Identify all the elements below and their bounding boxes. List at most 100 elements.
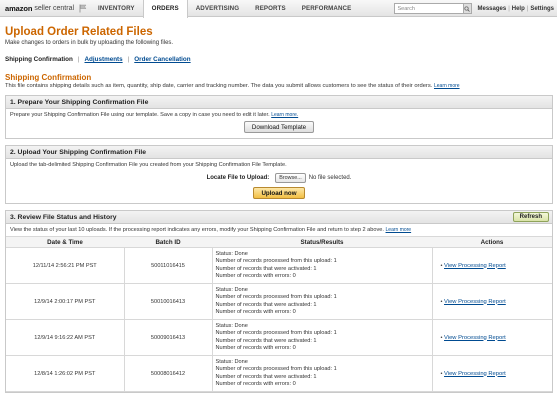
nav-reports[interactable]: REPORTS xyxy=(247,0,294,17)
upload-type-tabs: Shipping Confirmation | Adjustments | Or… xyxy=(5,55,553,64)
processed-line: Number of records processed from this up… xyxy=(215,330,337,337)
upload-now-button[interactable]: Upload now xyxy=(253,187,305,199)
activated-line: Number of records that were activated: 1 xyxy=(215,301,317,308)
no-file-selected-text: No file selected. xyxy=(308,175,352,181)
status-cell: Status: Done Number of records processed… xyxy=(211,355,432,392)
nav-links: Messages | Help | Settings xyxy=(478,6,557,12)
panel-description: Prepare your Shipping Confirmation File … xyxy=(10,112,548,118)
col-actions: Actions xyxy=(432,236,552,248)
view-processing-report-link[interactable]: View Processing Report xyxy=(444,263,506,269)
messages-link[interactable]: Messages xyxy=(478,6,507,12)
page-subtitle: Make changes to orders in bulk by upload… xyxy=(5,40,174,46)
panel-heading-text: 3. Review File Status and History xyxy=(10,213,117,221)
table-header-row: Date & Time Batch ID Status/Results Acti… xyxy=(6,236,552,248)
logo-amazon-text: amazon xyxy=(5,3,33,13)
status-line: Status: Done xyxy=(215,250,248,257)
date-cell: 12/9/14 9:16:22 AM PST xyxy=(6,319,124,356)
batch-id-cell: 50011016415 xyxy=(123,247,212,284)
learn-more-link[interactable]: Learn more xyxy=(386,227,412,233)
processed-line: Number of records processed from this up… xyxy=(215,258,337,265)
activated-line: Number of records that were activated: 1 xyxy=(215,265,317,272)
panel-heading: 3. Review File Status and History Refres… xyxy=(6,211,552,224)
nav-separator: | xyxy=(508,5,510,12)
panel-description-text: View the status of your last 10 uploads.… xyxy=(10,227,384,233)
col-batch-id: Batch ID xyxy=(124,236,212,248)
status-cell: Status: Done Number of records processed… xyxy=(211,283,432,320)
action-cell: • View Processing Report xyxy=(431,319,552,356)
help-link[interactable]: Help xyxy=(512,6,525,12)
nav-performance[interactable]: PERFORMANCE xyxy=(294,0,360,17)
learn-more-link[interactable]: Learn more xyxy=(434,83,460,89)
table-row: 12/9/14 9:16:22 AM PST 50009016413 Statu… xyxy=(6,319,552,356)
upload-history-table: Date & Time Batch ID Status/Results Acti… xyxy=(6,236,552,392)
errors-line: Number of records with errors: 0 xyxy=(215,272,296,279)
tab-separator: | xyxy=(127,56,130,63)
batch-id-cell: 50010016413 xyxy=(123,283,212,320)
date-cell: 12/11/14 2:56:21 PM PST xyxy=(6,247,124,284)
amazon-seller-central-logo[interactable]: amazon seller central xyxy=(0,0,76,17)
search-icon[interactable] xyxy=(463,3,472,14)
upload-file-panel: 2. Upload Your Shipping Confirmation Fil… xyxy=(5,145,553,204)
search-input[interactable]: Search xyxy=(393,3,464,14)
learn-more-link[interactable]: Learn more. xyxy=(271,112,298,118)
section-title: Shipping Confirmation xyxy=(5,73,92,82)
tab-adjustments[interactable]: Adjustments xyxy=(85,56,123,63)
panel-heading: 2. Upload Your Shipping Confirmation Fil… xyxy=(6,146,552,159)
nav-advertising[interactable]: ADVERTISING xyxy=(188,0,247,17)
file-upload-label: Locate File to Upload: xyxy=(206,175,270,181)
tab-shipping-confirmation[interactable]: Shipping Confirmation xyxy=(5,56,73,63)
processed-line: Number of records processed from this up… xyxy=(215,294,337,301)
panel-heading: 1. Prepare Your Shipping Confirmation Fi… xyxy=(6,96,552,109)
table-row: 12/11/14 2:56:21 PM PST 50011016415 Stat… xyxy=(6,247,552,284)
action-cell: • View Processing Report xyxy=(431,355,552,392)
batch-id-cell: 50008016412 xyxy=(123,355,212,392)
view-processing-report-link[interactable]: View Processing Report xyxy=(444,371,506,377)
page-title: Upload Order Related Files xyxy=(5,26,153,38)
main-nav: INVENTORY ORDERS ADVERTISING REPORTS PER… xyxy=(90,0,360,18)
nav-inventory[interactable]: INVENTORY xyxy=(90,0,143,17)
action-cell: • View Processing Report xyxy=(431,247,552,284)
panel-body: View the status of your last 10 uploads.… xyxy=(6,224,552,236)
col-status-results: Status/Results xyxy=(212,236,432,248)
file-upload-row: Locate File to Upload: Browse... No file… xyxy=(10,173,548,183)
view-processing-report-link[interactable]: View Processing Report xyxy=(444,335,506,341)
action-cell: • View Processing Report xyxy=(431,283,552,320)
activated-line: Number of records that were activated: 1 xyxy=(215,337,317,344)
status-line: Status: Done xyxy=(215,358,248,365)
file-history-panel: 3. Review File Status and History Refres… xyxy=(5,210,553,393)
errors-line: Number of records with errors: 0 xyxy=(215,380,296,387)
prepare-file-panel: 1. Prepare Your Shipping Confirmation Fi… xyxy=(5,95,553,139)
tab-separator: | xyxy=(77,56,80,63)
status-line: Status: Done xyxy=(215,322,248,329)
panel-description-text: Prepare your Shipping Confirmation File … xyxy=(10,112,270,118)
panel-description: Upload the tab-delimited Shipping Confir… xyxy=(10,162,287,168)
main-content: Upload Order Related Files Make changes … xyxy=(0,26,557,393)
browse-button[interactable]: Browse... xyxy=(275,173,306,183)
view-processing-report-link[interactable]: View Processing Report xyxy=(444,299,506,305)
panel-body: Prepare your Shipping Confirmation File … xyxy=(6,109,552,138)
date-cell: 12/9/14 2:00:17 PM PST xyxy=(6,283,124,320)
top-nav-bar: amazon seller central INVENTORY ORDERS A… xyxy=(0,0,557,18)
date-cell: 12/8/14 1:26:02 PM PST xyxy=(6,355,124,392)
section-description-text: This file contains shipping details such… xyxy=(5,83,433,89)
batch-id-cell: 50009016413 xyxy=(123,319,212,356)
table-row: 12/8/14 1:26:02 PM PST 50008016412 Statu… xyxy=(6,355,552,392)
nav-orders[interactable]: ORDERS xyxy=(142,0,188,18)
nav-separator: | xyxy=(526,5,529,12)
errors-line: Number of records with errors: 0 xyxy=(215,308,296,315)
logo-seller-central-text: seller central xyxy=(34,4,75,12)
flag-icon[interactable] xyxy=(76,0,90,17)
col-date-time: Date & Time xyxy=(6,236,124,248)
section-description: This file contains shipping details such… xyxy=(5,83,553,89)
settings-link[interactable]: Settings xyxy=(530,6,557,12)
download-template-button[interactable]: Download Template xyxy=(243,121,315,133)
status-cell: Status: Done Number of records processed… xyxy=(211,247,432,284)
status-cell: Status: Done Number of records processed… xyxy=(211,319,432,356)
activated-line: Number of records that were activated: 1 xyxy=(215,373,317,380)
table-row: 12/9/14 2:00:17 PM PST 50010016413 Statu… xyxy=(6,283,552,320)
nav-right: Search Messages | Help | Settings xyxy=(393,0,557,17)
tab-order-cancellation[interactable]: Order Cancellation xyxy=(134,56,190,63)
status-line: Status: Done xyxy=(215,286,248,293)
refresh-button[interactable]: Refresh xyxy=(512,212,549,222)
errors-line: Number of records with errors: 0 xyxy=(215,344,296,351)
